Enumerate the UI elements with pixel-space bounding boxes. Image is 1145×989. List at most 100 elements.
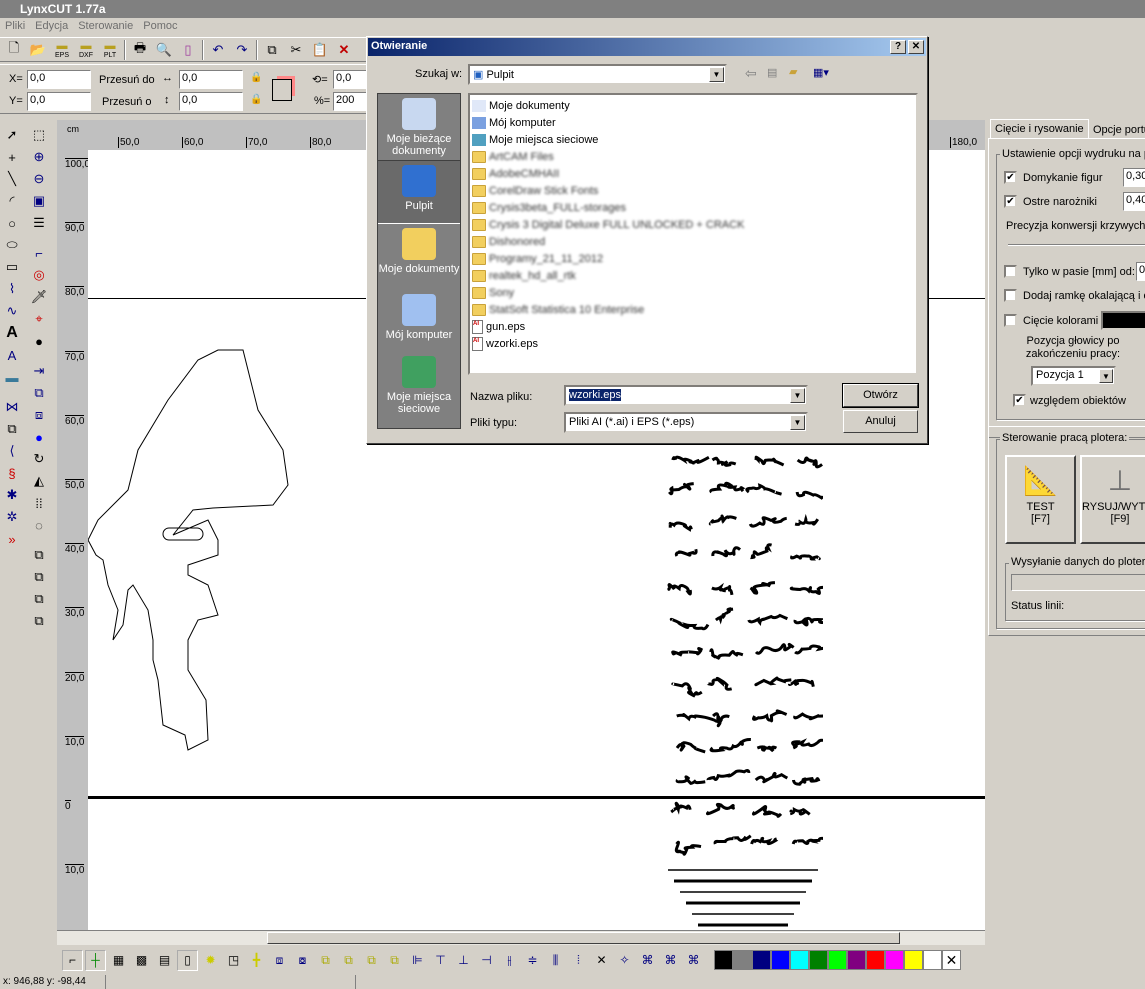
backward-icon[interactable]: ⧉ — [28, 610, 50, 632]
ungroup-objects-icon[interactable]: ⧇ — [292, 950, 313, 971]
color-swatch[interactable] — [733, 950, 752, 970]
dropdown-arrow-icon[interactable]: ▼ — [709, 67, 724, 82]
curve-precision-slider[interactable] — [1008, 244, 1145, 246]
distribute-h-icon[interactable]: ⫼ — [545, 950, 566, 971]
cancel-button[interactable]: Anuluj — [843, 410, 918, 433]
back-icon[interactable]: ⧉ — [28, 566, 50, 588]
color-cut-checkbox[interactable] — [1004, 314, 1017, 327]
proportion-icon[interactable] — [272, 79, 292, 101]
grid-icon[interactable]: ▦ — [108, 950, 129, 971]
x-node-icon[interactable]: ✕ — [591, 950, 612, 971]
place-my-computer[interactable]: Mój komputer — [378, 290, 460, 352]
bomb-icon[interactable]: ● — [28, 330, 50, 352]
color-swatch[interactable] — [866, 950, 885, 970]
front-icon[interactable]: ⧉ — [28, 544, 50, 566]
add-frame-checkbox[interactable] — [1004, 289, 1017, 302]
strip-only-input[interactable]: 0 — [1136, 262, 1145, 281]
menu-sterowanie[interactable]: Sterowanie — [73, 18, 138, 34]
place-my-documents[interactable]: Moje dokumenty — [378, 224, 460, 290]
color-cut-swatch[interactable] — [1101, 311, 1145, 330]
height-input[interactable]: 0,0 — [179, 92, 243, 111]
place-recent[interactable]: Moje bieżące dokumenty — [378, 94, 460, 160]
overlap-icon[interactable]: ⧉ — [1, 418, 23, 440]
chevron-icon[interactable]: » — [1, 528, 23, 550]
move-by-label[interactable]: Przesuń o — [102, 96, 152, 108]
filename-input[interactable]: wzorki.eps ▼ — [564, 385, 808, 406]
knife-icon[interactable]: 🗡 — [28, 286, 50, 308]
forward-icon[interactable]: ⧉ — [28, 588, 50, 610]
close-shapes-checkbox[interactable]: ✔ — [1004, 171, 1017, 184]
mirror-icon[interactable]: ◭ — [28, 470, 50, 492]
test-button[interactable]: 📐 TEST [F7] — [1005, 455, 1076, 544]
align-left-icon[interactable]: ⊫ — [407, 950, 428, 971]
open-plt-icon[interactable]: ▬ PLT — [100, 40, 120, 60]
pointer-icon[interactable]: ➚ — [1, 124, 23, 146]
target-icon[interactable]: ⌖ — [28, 308, 50, 330]
width-input[interactable]: 0,0 — [179, 70, 243, 89]
color-swatch[interactable] — [752, 950, 771, 970]
strip-only-checkbox[interactable] — [1004, 265, 1017, 278]
head-position-select[interactable]: Pozycja 1 ▼ — [1031, 366, 1116, 386]
color-swatch[interactable] — [771, 950, 790, 970]
help-button[interactable]: ? — [890, 40, 906, 54]
snap-guide-icon[interactable]: ╋ — [246, 950, 267, 971]
outline-text-icon[interactable]: A — [1, 344, 23, 366]
file-item[interactable]: realtek_hd_all_rtk — [472, 267, 914, 284]
circle-icon[interactable]: ○ — [1, 212, 23, 234]
grid-fine-icon[interactable]: ▩ — [131, 950, 152, 971]
place-network[interactable]: Moje miejsca sieciowe — [378, 352, 460, 422]
color-swatch[interactable] — [923, 950, 942, 970]
line-icon[interactable]: ╲ — [1, 168, 23, 190]
file-item[interactable]: Sony — [472, 284, 914, 301]
scrollbar-thumb[interactable] — [267, 932, 900, 944]
snap-object-icon[interactable]: ◳ — [223, 950, 244, 971]
distribute-v-icon[interactable]: ⦙ — [568, 950, 589, 971]
color-swatch[interactable] — [847, 950, 866, 970]
print-preview-icon[interactable]: 🔍 — [154, 40, 174, 60]
fill-icon[interactable]: ● — [28, 426, 50, 448]
open-dxf-icon[interactable]: ▬ DXF — [76, 40, 96, 60]
dropdown-arrow-icon[interactable]: ▼ — [790, 415, 805, 430]
print-icon[interactable]: 🖶 — [130, 40, 150, 60]
group-icon[interactable]: ⧈ — [28, 404, 50, 426]
view-menu-icon[interactable]: ▦▾ — [813, 66, 829, 79]
file-item[interactable]: AI wzorki.eps — [472, 335, 914, 352]
to-back-icon[interactable]: ⧉ — [338, 950, 359, 971]
grid-dots-icon[interactable]: ▤ — [154, 950, 175, 971]
file-list[interactable]: Moje dokumenty Mój komputer Moje miejsca s… — [468, 93, 918, 375]
sharp-corners-checkbox[interactable]: ✔ — [1004, 195, 1017, 208]
file-item[interactable]: Moje miejsca sieciowe — [472, 131, 914, 148]
node-icon[interactable]: ⟨ — [1, 440, 23, 462]
node-add-icon[interactable]: ✧ — [614, 950, 635, 971]
undo-icon[interactable]: ↶ — [208, 40, 228, 60]
zoom-page-icon[interactable]: ☰ — [28, 212, 50, 234]
open-button[interactable]: Otwórz — [842, 383, 919, 408]
y-input[interactable]: 0,0 — [27, 92, 91, 111]
move-to-label[interactable]: Przesuń do — [99, 74, 155, 86]
page-setup-icon[interactable]: ▯ — [178, 40, 198, 60]
weld-icon[interactable]: ⋈ — [1, 396, 23, 418]
filetype-select[interactable]: Pliki AI (*.ai) i EPS (*.eps) ▼ — [564, 412, 808, 433]
shape-icon[interactable]: ✱ — [1, 484, 23, 506]
smooth-icon[interactable]: § — [1, 462, 23, 484]
snap-grid-icon[interactable]: ✹ — [200, 950, 221, 971]
relative-checkbox[interactable]: ✔ — [1013, 394, 1026, 407]
freehand-icon[interactable]: ∿ — [1, 300, 23, 322]
tab-cutting[interactable]: Cięcie i rysowanie — [990, 119, 1089, 138]
align-right-icon[interactable]: ⊣ — [476, 950, 497, 971]
up-folder-icon[interactable]: ▤ — [767, 66, 777, 79]
guides-toggle-icon[interactable]: ┼ — [85, 949, 106, 971]
duplicate-icon[interactable]: ⧉ — [28, 382, 50, 404]
horizontal-scrollbar[interactable] — [57, 930, 985, 945]
dropdown-arrow-icon[interactable]: ▼ — [1099, 369, 1113, 383]
center-vertical-icon[interactable]: ⫲ — [499, 950, 520, 971]
dotted-circle-icon[interactable]: ◌ — [28, 514, 50, 536]
file-item[interactable]: AI gun.eps — [472, 318, 914, 335]
import-icon[interactable]: ⇥ — [28, 360, 50, 382]
file-item[interactable]: Dishonored — [472, 233, 914, 250]
arc-icon[interactable]: ◜ — [1, 190, 23, 212]
file-item[interactable]: Crysis3beta_FULL-storages — [472, 199, 914, 216]
place-desktop[interactable]: Pulpit — [378, 160, 460, 224]
ellipse-icon[interactable]: ⬭ — [1, 234, 23, 256]
zoom-in-icon[interactable]: ⊕ — [28, 146, 50, 168]
